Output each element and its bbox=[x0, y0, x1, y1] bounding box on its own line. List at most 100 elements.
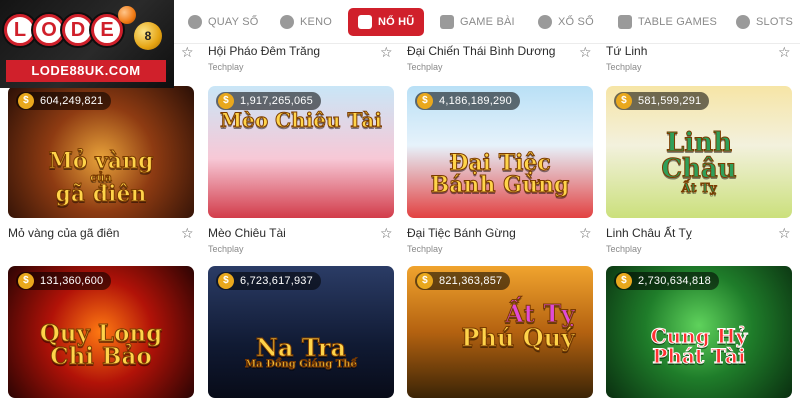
game-title[interactable]: Hội Pháo Đêm Trăng bbox=[208, 44, 320, 64]
tab-game-bai[interactable]: GAME BÀI bbox=[440, 8, 515, 36]
coin-icon: $ bbox=[218, 93, 234, 109]
table-games-icon bbox=[618, 15, 632, 29]
jackpot-value: 2,730,634,818 bbox=[638, 275, 711, 287]
tab-label: QUAY SỐ bbox=[208, 16, 259, 28]
art-line: Châu bbox=[661, 154, 737, 184]
logo-letter: D bbox=[62, 14, 94, 46]
coin-icon: $ bbox=[616, 93, 632, 109]
favorite-star-icon[interactable]: ☆ bbox=[778, 226, 791, 240]
tab-label: XỔ SỐ bbox=[558, 16, 594, 28]
game-title[interactable]: Đại Chiến Thái Bình Dương bbox=[407, 44, 555, 64]
tab-quay-so[interactable]: QUAY SỐ bbox=[188, 8, 259, 36]
tab-no-hu[interactable]: NỔ HŨ bbox=[348, 8, 425, 36]
logo-letter-balls: L O D E bbox=[4, 14, 123, 46]
game-card-meo-chieu-tai[interactable]: $1,917,265,065 Mèo Chiêu Tài bbox=[208, 86, 394, 218]
jackpot-badge: $821,363,857 bbox=[415, 272, 511, 290]
provider-label: Techplay bbox=[407, 244, 443, 254]
game-art-title: Cung Hỷ Phát Tài bbox=[606, 324, 792, 368]
logo-letter: O bbox=[33, 14, 65, 46]
tab-label: SLOTS bbox=[756, 16, 794, 28]
logo-domain: LODE88UK.COM bbox=[6, 60, 166, 82]
art-line: Ma Đồng Giáng Thế bbox=[245, 359, 358, 370]
favorite-star-icon[interactable]: ☆ bbox=[380, 45, 393, 59]
art-line: Mèo Chiêu Tài bbox=[220, 108, 383, 132]
tab-table-games[interactable]: TABLE GAMES bbox=[618, 8, 717, 36]
game-card-linh-chau-at-ty[interactable]: $581,599,291 Linh Châu Ất Tỵ bbox=[606, 86, 792, 218]
tab-label: TABLE GAMES bbox=[638, 16, 718, 28]
jackpot-value: 4,186,189,290 bbox=[439, 95, 512, 107]
game-card-dai-tiec-banh-gung[interactable]: $4,186,189,290 Đại Tiệc Bánh Gừng bbox=[407, 86, 593, 218]
tab-label: GAME BÀI bbox=[460, 16, 515, 28]
game-title[interactable]: Mỏ vàng của gã điên bbox=[8, 226, 119, 246]
provider-label: Techplay bbox=[606, 244, 642, 254]
provider-label: Techplay bbox=[606, 62, 642, 72]
game-art-title: Na Tra Ma Đồng Giáng Thế bbox=[208, 333, 394, 370]
favorite-star-icon[interactable]: ☆ bbox=[579, 226, 592, 240]
art-line: Phú Quý bbox=[461, 323, 576, 352]
coin-icon: $ bbox=[218, 273, 234, 289]
game-card-cung-hy-phat-tai[interactable]: $2,730,634,818 Cung Hỷ Phát Tài bbox=[606, 266, 792, 398]
logo-letter: L bbox=[4, 14, 36, 46]
game-art-title: Quy Long Chi Bảo bbox=[8, 320, 194, 370]
jackpot-value: 604,249,821 bbox=[40, 95, 104, 107]
favorite-star-icon[interactable]: ☆ bbox=[181, 226, 194, 240]
coin-icon: $ bbox=[616, 273, 632, 289]
jackpot-value: 821,363,857 bbox=[439, 275, 503, 287]
coin-icon: $ bbox=[18, 93, 34, 109]
game-title[interactable]: Mèo Chiêu Tài bbox=[208, 226, 286, 246]
art-line: Bánh Gừng bbox=[430, 172, 570, 198]
game-title[interactable]: Linh Châu Ất Tỵ bbox=[606, 226, 692, 246]
art-line: Ất Tỵ bbox=[681, 181, 717, 195]
jackpot-badge: $604,249,821 bbox=[16, 92, 112, 110]
jackpot-badge: $2,730,634,818 bbox=[614, 272, 719, 290]
provider-label: Techplay bbox=[407, 62, 443, 72]
tab-xo-so[interactable]: XỔ SỐ bbox=[538, 8, 594, 36]
game-card-na-tra[interactable]: $6,723,617,937 Na Tra Ma Đồng Giáng Thế bbox=[208, 266, 394, 398]
coin-icon: $ bbox=[18, 273, 34, 289]
jackpot-badge: $581,599,291 bbox=[614, 92, 710, 110]
game-title[interactable]: Tứ Linh bbox=[606, 44, 647, 64]
jackpot-badge: $131,360,600 bbox=[16, 272, 112, 290]
game-art-title: Ất Tỵ Phú Quý bbox=[407, 301, 593, 352]
site-logo[interactable]: L O D E 8 LODE88UK.COM bbox=[0, 0, 174, 88]
art-line: Na Tra bbox=[255, 333, 347, 362]
favorite-star-icon[interactable]: ☆ bbox=[579, 45, 592, 59]
jackpot-value: 581,599,291 bbox=[638, 95, 702, 107]
game-card-quy-long-chi-bao[interactable]: $131,360,600 Quy Long Chi Bảo bbox=[8, 266, 194, 398]
favorite-star-icon[interactable]: ☆ bbox=[181, 45, 194, 59]
jackpot-value: 1,917,265,065 bbox=[240, 95, 313, 107]
art-line: Chi Bảo bbox=[50, 343, 152, 370]
provider-label: Techplay bbox=[208, 62, 244, 72]
game-title[interactable]: Đại Tiệc Bánh Gừng bbox=[407, 226, 516, 246]
coin-icon: $ bbox=[417, 93, 433, 109]
game-art-title: Mỏ vàng của gã điên bbox=[8, 150, 194, 207]
game-card-mo-vang[interactable]: $604,249,821 Mỏ vàng của gã điên bbox=[8, 86, 194, 218]
jackpot-badge: $4,186,189,290 bbox=[415, 92, 520, 110]
provider-label: Techplay bbox=[208, 244, 244, 254]
jackpot-pot-icon bbox=[358, 15, 372, 29]
lottery-icon bbox=[538, 15, 552, 29]
game-card-at-ty-phu-quy[interactable]: $821,363,857 Ất Tỵ Phú Quý bbox=[407, 266, 593, 398]
lottery-ball-icon bbox=[118, 6, 136, 24]
art-line: Quy Long bbox=[39, 320, 163, 347]
art-line: Linh bbox=[666, 128, 733, 158]
keno-balls-icon bbox=[280, 15, 294, 29]
slots-icon bbox=[736, 15, 750, 29]
favorite-star-icon[interactable]: ☆ bbox=[778, 45, 791, 59]
lottery-ball-icon: 8 bbox=[134, 22, 162, 50]
game-art-title: Mèo Chiêu Tài bbox=[208, 108, 394, 132]
art-line: Cung Hỷ bbox=[650, 324, 748, 348]
cards-icon bbox=[440, 15, 454, 29]
jackpot-value: 131,360,600 bbox=[40, 275, 104, 287]
lottery-wheel-icon bbox=[188, 15, 202, 29]
game-art-title: Linh Châu Ất Tỵ bbox=[606, 128, 792, 195]
coin-icon: $ bbox=[417, 273, 433, 289]
art-line: Phát Tài bbox=[652, 344, 746, 368]
art-line: gã điên bbox=[55, 181, 147, 207]
tab-keno[interactable]: KENO bbox=[280, 8, 332, 36]
tab-label: KENO bbox=[300, 16, 332, 28]
tab-label: NỔ HŨ bbox=[378, 16, 415, 28]
game-art-title: Đại Tiệc Bánh Gừng bbox=[407, 152, 593, 198]
favorite-star-icon[interactable]: ☆ bbox=[380, 226, 393, 240]
tab-slots[interactable]: SLOTS bbox=[736, 8, 793, 36]
